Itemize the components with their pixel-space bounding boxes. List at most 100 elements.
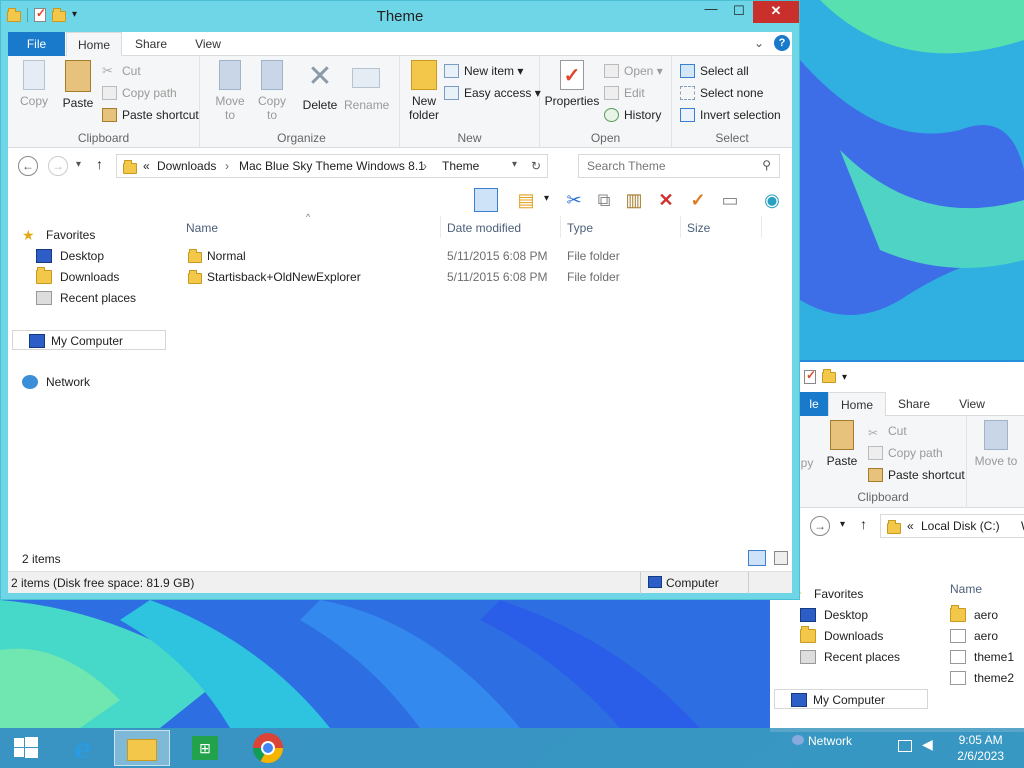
history-button[interactable]: History [604, 106, 661, 124]
paste-shortcut-button[interactable]: Paste shortcut [102, 106, 199, 124]
open-button[interactable]: Open ▾ [604, 62, 663, 80]
paste-icon[interactable]: ▥ [622, 188, 646, 212]
breadcrumb-mac-blue-sky[interactable]: Mac Blue Sky Theme Windows 8.1 [239, 159, 425, 173]
copy-path-button[interactable]: Copy path [868, 444, 943, 462]
tab-home[interactable]: Home [66, 32, 122, 57]
paste-shortcut-button[interactable]: Paste shortcut [868, 466, 965, 484]
tab-share[interactable]: Share [126, 32, 176, 56]
recent-locations-chevron[interactable]: ▾ [76, 159, 81, 170]
start-button[interactable] [0, 730, 56, 766]
column-size[interactable]: Size [687, 221, 710, 235]
select-all-button[interactable]: Select all [680, 62, 749, 80]
file-row[interactable]: aero [950, 605, 998, 625]
address-overflow[interactable]: « [907, 519, 914, 533]
back-button[interactable]: ← [18, 156, 38, 176]
search-input[interactable]: Search Theme ⚲ [578, 154, 780, 178]
internet-explorer-icon[interactable]: e [54, 730, 110, 766]
network-tray-item[interactable]: Network [792, 734, 852, 748]
copy-button[interactable]: Copy [16, 60, 52, 108]
column-date-modified[interactable]: Date modified [447, 221, 521, 235]
select-none-button[interactable]: Select none [680, 84, 763, 102]
properties-icon[interactable] [804, 368, 816, 384]
properties-button[interactable]: ✓ Properties [544, 60, 600, 108]
recent-locations-chevron[interactable]: ▾ [840, 519, 845, 530]
column-name[interactable]: Name [186, 221, 218, 235]
volume-icon[interactable]: ◀ [922, 736, 933, 753]
refresh-icon[interactable]: ↻ [531, 159, 541, 173]
tab-file[interactable]: File [8, 32, 65, 56]
title-bar[interactable]: ▾ Theme — ☐ ✕ [1, 1, 799, 31]
details-view-icon[interactable] [748, 550, 766, 566]
back-button[interactable]: → [810, 516, 830, 536]
confirm-icon[interactable]: ✓ [686, 188, 710, 212]
file-row[interactable]: aero [950, 626, 998, 646]
nav-recent-places[interactable]: Recent places [36, 288, 136, 308]
preview-pane-icon[interactable] [474, 188, 498, 212]
tab-file[interactable]: le [800, 392, 828, 416]
move-to-button[interactable]: Move to [210, 60, 250, 122]
nav-recent-places[interactable]: Recent places [800, 647, 900, 667]
breadcrumb-downloads[interactable]: Downloads [157, 159, 216, 173]
nav-favorites[interactable]: ★Favorites [790, 584, 863, 604]
file-explorer-icon[interactable] [114, 730, 170, 766]
up-arrow-icon[interactable]: ↑ [860, 516, 867, 532]
nav-my-computer[interactable]: My Computer [774, 689, 928, 709]
minimize-button[interactable]: — [697, 1, 725, 23]
help-icon[interactable]: ? [774, 35, 790, 51]
address-bar[interactable]: « Local Disk (C:) W [880, 514, 1024, 538]
invert-selection-button[interactable]: Invert selection [680, 106, 781, 124]
file-row[interactable]: theme1 [950, 647, 1014, 667]
forward-button[interactable]: → [48, 156, 68, 176]
delete-button[interactable]: ✕ Delete [300, 60, 340, 112]
tab-view[interactable]: View [180, 32, 236, 56]
address-overflow[interactable]: « [143, 159, 150, 173]
up-arrow-icon[interactable]: ↑ [96, 156, 103, 172]
close-button[interactable]: ✕ [753, 1, 799, 23]
nav-downloads[interactable]: Downloads [800, 626, 883, 646]
chevron-down-icon[interactable]: ▾ [544, 193, 549, 204]
chevron-down-icon[interactable]: ▾ [842, 372, 847, 383]
search-icon[interactable]: ⚲ [762, 158, 771, 172]
network-status-icon[interactable] [898, 740, 912, 752]
rename-icon[interactable]: ▭ [718, 188, 742, 212]
breadcrumb-separator[interactable]: › [423, 159, 427, 173]
nav-favorites[interactable]: ★Favorites [22, 225, 95, 245]
copy-button[interactable]: py [800, 456, 814, 470]
breadcrumb-separator[interactable]: › [225, 159, 229, 173]
address-bar[interactable]: « Downloads › Mac Blue Sky Theme Windows… [116, 154, 548, 178]
copy-icon[interactable]: ⧉ [592, 188, 616, 212]
cut-button[interactable]: ✂ Cut [868, 422, 907, 440]
new-folder-icon[interactable] [822, 368, 836, 383]
nav-desktop[interactable]: Desktop [36, 246, 104, 266]
chrome-icon[interactable] [240, 730, 296, 766]
nav-desktop[interactable]: Desktop [800, 605, 868, 625]
copy-to-button[interactable]: Copy to [252, 60, 292, 122]
shell-icon[interactable]: ◉ [760, 188, 784, 212]
delete-icon[interactable]: ✕ [654, 188, 678, 212]
file-row[interactable]: theme2 [950, 668, 1014, 688]
cut-icon[interactable]: ✂ [562, 188, 586, 212]
new-folder-button[interactable]: New folder [404, 60, 444, 122]
rename-button[interactable]: Rename [344, 60, 389, 112]
paste-button[interactable]: Paste [58, 60, 98, 110]
tab-home[interactable]: Home [828, 392, 886, 417]
new-item-button[interactable]: New item ▾ [444, 62, 523, 80]
move-to-button[interactable]: Move to [974, 420, 1018, 468]
maximize-button[interactable]: ☐ [725, 1, 753, 23]
chevron-down-icon[interactable]: ▾ [512, 159, 517, 170]
edit-button[interactable]: Edit [604, 84, 645, 102]
chevron-down-icon[interactable]: ⌄ [754, 36, 764, 50]
table-row[interactable]: Normal 5/11/2015 6:08 PM File folder [178, 246, 792, 267]
store-icon[interactable]: ⊞ [178, 730, 234, 766]
column-name[interactable]: Name [950, 582, 982, 596]
table-row[interactable]: Startisback+OldNewExplorer 5/11/2015 6:0… [178, 267, 792, 288]
paste-button[interactable]: Paste [822, 420, 862, 468]
tab-share[interactable]: Share [888, 392, 940, 416]
tab-view[interactable]: View [948, 392, 996, 416]
system-clock[interactable]: 9:05 AM 2/6/2023 [957, 732, 1004, 764]
column-type[interactable]: Type [567, 221, 593, 235]
nav-network[interactable]: Network [22, 372, 90, 392]
copy-path-button[interactable]: Copy path [102, 84, 177, 102]
nav-downloads[interactable]: Downloads [36, 267, 119, 287]
nav-my-computer[interactable]: My Computer [12, 330, 166, 350]
